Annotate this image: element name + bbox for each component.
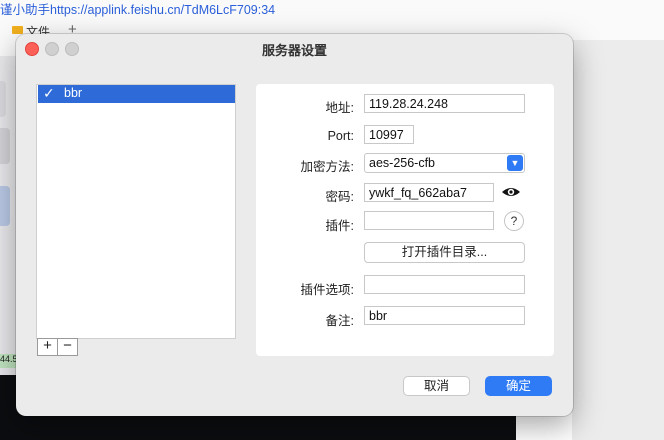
background-sidebar <box>0 56 16 376</box>
password-field[interactable]: ywkf_fq_662aba7 <box>364 183 494 202</box>
plugin-options-label: 插件选项: <box>300 283 354 297</box>
remark-label: 备注: <box>325 314 354 328</box>
plugin-field[interactable] <box>364 211 494 230</box>
plugin-options-field[interactable] <box>364 275 525 294</box>
server-settings-dialog: 服务器设置 ✓ bbr + − 地址: 119.28.24.248 Port: … <box>16 34 573 416</box>
background-sidebar-knob <box>0 128 10 164</box>
server-list[interactable]: ✓ bbr <box>36 84 236 339</box>
list-item[interactable]: ✓ bbr <box>38 85 235 103</box>
background-sidebar-knob <box>0 81 6 117</box>
checkmark-icon: ✓ <box>43 85 55 101</box>
encryption-select[interactable]: aes-256-cfb ▼ <box>364 153 525 173</box>
remove-server-button[interactable]: − <box>57 338 78 356</box>
show-password-button[interactable] <box>500 182 522 202</box>
plugin-label: 插件: <box>325 219 354 233</box>
remark-field[interactable]: bbr <box>364 306 525 325</box>
add-server-button[interactable]: + <box>37 338 58 356</box>
background-sidebar-knob <box>0 186 10 226</box>
dialog-titlebar[interactable]: 服务器设置 <box>16 34 573 62</box>
address-field[interactable]: 119.28.24.248 <box>364 94 525 113</box>
question-mark-icon: ? <box>510 214 518 228</box>
dialog-title: 服务器设置 <box>261 43 327 58</box>
eye-icon <box>502 188 520 196</box>
address-label: 地址: <box>325 101 354 115</box>
server-form: 地址: 119.28.24.248 Port: 10997 加密方法: aes-… <box>256 84 554 356</box>
background-url-text: 谨小助手https://applink.feishu.cn/TdM6LcF709… <box>0 3 276 17</box>
plugin-help-button[interactable]: ? <box>504 211 524 231</box>
background-right-pane <box>572 40 664 440</box>
background-side-tag: 44.5 <box>0 354 16 368</box>
port-label: Port: <box>327 129 354 143</box>
chevron-down-icon: ▼ <box>507 155 523 171</box>
password-label: 密码: <box>325 190 354 204</box>
folder-icon <box>12 26 23 34</box>
port-field[interactable]: 10997 <box>364 125 414 144</box>
ok-button[interactable]: 确定 <box>485 376 552 396</box>
encryption-selected-value: aes-256-cfb <box>369 156 436 170</box>
cancel-button[interactable]: 取消 <box>403 376 470 396</box>
server-name: bbr <box>64 86 83 100</box>
encryption-label: 加密方法: <box>300 160 354 174</box>
open-plugin-dir-button[interactable]: 打开插件目录... <box>364 242 525 263</box>
